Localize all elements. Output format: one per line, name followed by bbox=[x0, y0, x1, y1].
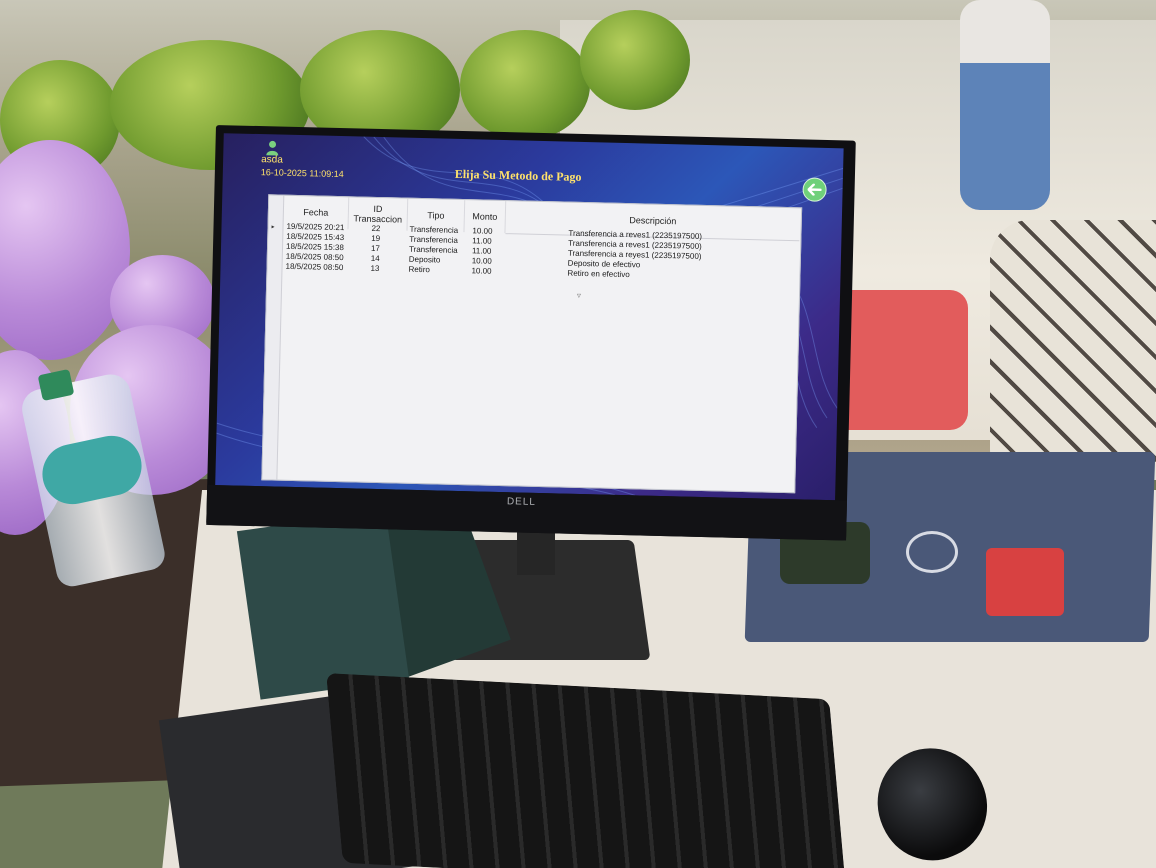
back-arrow-icon bbox=[807, 183, 822, 196]
seated-person bbox=[990, 220, 1156, 480]
monitor-brand: DELL bbox=[506, 496, 537, 508]
cell-tipo: Transferencia bbox=[408, 244, 458, 255]
page-title: Elija Su Metodo de Pago bbox=[454, 166, 582, 184]
cell-monto: 11.00 bbox=[472, 236, 492, 246]
hedge bbox=[580, 10, 690, 110]
cell-descripcion: Deposito de efectivo bbox=[567, 258, 641, 270]
cell-monto: 11.00 bbox=[471, 246, 492, 256]
user-name: asda bbox=[261, 154, 283, 166]
cell-monto: 10.00 bbox=[471, 266, 492, 276]
cell-tipo: Transferencia bbox=[409, 234, 458, 245]
cell-id: 13 bbox=[370, 263, 380, 274]
cell-id: 17 bbox=[370, 243, 381, 254]
current-datetime: 16-10-2025 11:09:14 bbox=[260, 167, 344, 180]
walking-person bbox=[960, 0, 1050, 210]
keyboard bbox=[326, 673, 846, 868]
cell-fecha: 18/5/2025 15:43 bbox=[286, 231, 345, 243]
cell-tipo: Retiro bbox=[408, 264, 430, 275]
transactions-table[interactable]: Fecha ID Transaccion Tipo Monto Descripc… bbox=[261, 194, 803, 494]
hedge bbox=[460, 30, 590, 140]
cell-fecha: 18/5/2025 08:50 bbox=[285, 261, 344, 273]
hp-logo-icon bbox=[906, 531, 958, 573]
cell-id: 19 bbox=[371, 233, 381, 244]
laptop-sticker bbox=[986, 548, 1064, 616]
app-window: asda 16-10-2025 11:09:14 Elija Su Metodo… bbox=[215, 133, 844, 501]
cell-monto: 10.00 bbox=[472, 226, 493, 236]
cell-id: 22 bbox=[371, 223, 381, 234]
brochure bbox=[236, 510, 410, 700]
cell-id: 14 bbox=[370, 253, 380, 264]
cell-fecha: 18/5/2025 08:50 bbox=[285, 251, 344, 263]
cell-descripcion: Retiro en efectivo bbox=[567, 268, 630, 280]
cell-fecha: 19/5/2025 20:21 bbox=[286, 221, 345, 233]
monitor: asda 16-10-2025 11:09:14 Elija Su Metodo… bbox=[206, 125, 856, 541]
cell-monto: 10.00 bbox=[471, 256, 492, 266]
cell-tipo: Transferencia bbox=[409, 224, 459, 235]
cell-fecha: 18/5/2025 15:38 bbox=[285, 241, 344, 253]
mouse-pointer-icon: ▿ bbox=[576, 290, 582, 300]
cell-tipo: Deposito bbox=[408, 254, 441, 265]
